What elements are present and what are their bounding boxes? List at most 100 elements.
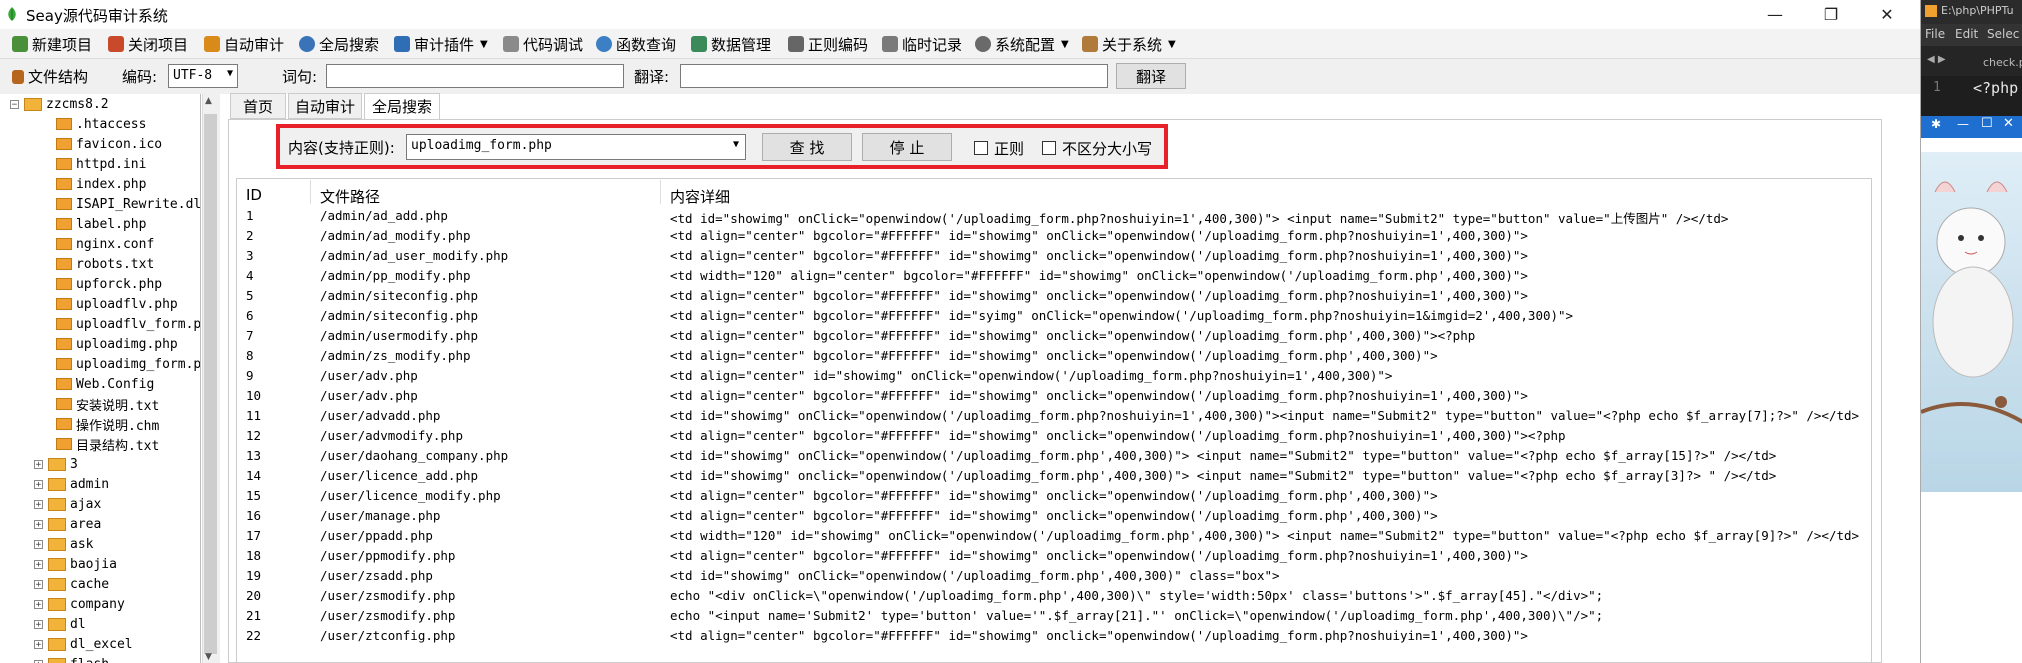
expand-icon[interactable]: + <box>34 639 43 649</box>
result-row[interactable]: 7/admin/usermodify.php <td align="center"… <box>246 328 1866 348</box>
toolbar-about-menu[interactable]: 关于系统 ▼ <box>1082 33 1176 55</box>
expand-icon[interactable]: + <box>34 659 43 663</box>
column-divider[interactable] <box>660 180 661 204</box>
result-row[interactable]: 19/user/zsadd.php <td id="showimg" onClic… <box>246 568 1866 588</box>
tab-auto-audit[interactable]: 自动审计 <box>288 93 362 119</box>
maximize-icon[interactable]: ☐ <box>1981 116 1993 131</box>
result-row[interactable]: 16/user/manage.php <td align="center" bgc… <box>246 508 1866 528</box>
col-header-path[interactable]: 文件路径 <box>320 186 380 207</box>
nav-arrows-icon[interactable]: ◀ ▶ <box>1927 54 1946 65</box>
tree-file[interactable]: nginx.conf <box>56 234 154 254</box>
toolbar-close-project-button[interactable]: 关闭项目 <box>108 33 188 55</box>
tree-file[interactable]: uploadflv.php <box>56 294 178 314</box>
menu-edit[interactable]: Edit <box>1955 27 1978 41</box>
column-divider[interactable] <box>310 180 311 204</box>
tree-folder[interactable]: + admin <box>34 474 109 494</box>
regex-checkbox[interactable] <box>974 141 988 155</box>
toolbar-regex-encode-button[interactable]: 正则编码 <box>788 33 868 55</box>
tree-file[interactable]: ISAPI_Rewrite.dl <box>56 194 200 214</box>
search-query-input[interactable]: uploadimg_form.php ▼ <box>406 134 746 160</box>
tree-file[interactable]: httpd.ini <box>56 154 146 174</box>
result-row[interactable]: 8/admin/zs_modify.php <td align="center" … <box>246 348 1866 368</box>
expand-icon[interactable]: + <box>34 519 43 529</box>
find-button[interactable]: 查 找 <box>762 133 852 161</box>
toolbar-settings-menu[interactable]: 系统配置 ▼ <box>975 33 1069 55</box>
stop-button[interactable]: 停 止 <box>862 133 952 161</box>
tree-folder[interactable]: + baojia <box>34 554 117 574</box>
tab-global-search[interactable]: 全局搜索 <box>364 93 440 119</box>
tree-file[interactable]: uploadimg.php <box>56 334 178 354</box>
tree-folder[interactable]: + dl <box>34 614 86 634</box>
tab-home[interactable]: 首页 <box>230 93 286 119</box>
tree-file[interactable]: robots.txt <box>56 254 154 274</box>
tree-folder[interactable]: + cache <box>34 574 109 594</box>
result-row[interactable]: 14/user/licence_add.php <td id="showimg" … <box>246 468 1866 488</box>
case-insensitive-checkbox[interactable] <box>1042 141 1056 155</box>
expand-icon[interactable]: + <box>34 499 43 509</box>
term-input[interactable] <box>326 64 624 88</box>
minimize-button[interactable]: — <box>1752 0 1798 28</box>
tree-file[interactable]: 目录结构.txt <box>56 434 159 454</box>
tree-folder[interactable]: + company <box>34 594 125 614</box>
tree-file[interactable]: Web.Config <box>56 374 154 394</box>
result-row[interactable]: 22/user/ztconfig.php <td align="center" b… <box>246 628 1866 648</box>
tree-folder[interactable]: + dl_excel <box>34 634 133 654</box>
tree-file[interactable]: upforck.php <box>56 274 162 294</box>
result-row[interactable]: 10/user/adv.php <td align="center" bgcolo… <box>246 388 1866 408</box>
tree-file[interactable]: uploadimg_form.p <box>56 354 200 374</box>
translate-button[interactable]: 翻译 <box>1116 63 1186 89</box>
result-row[interactable]: 3/admin/ad_user_modify.php <td align="cen… <box>246 248 1866 268</box>
expand-icon[interactable]: + <box>34 539 43 549</box>
close-icon[interactable]: ✕ <box>2003 116 2014 131</box>
result-row[interactable]: 13/user/daohang_company.php <td id="showi… <box>246 448 1866 468</box>
expand-icon[interactable]: + <box>34 579 43 589</box>
menu-file[interactable]: File <box>1925 27 1945 41</box>
toolbar-new-project-button[interactable]: 新建项目 <box>12 33 92 55</box>
tree-file[interactable]: favicon.ico <box>56 134 162 154</box>
result-row[interactable]: 4/admin/pp_modify.php <td width="120" ali… <box>246 268 1866 288</box>
result-row[interactable]: 18/user/ppmodify.php <td align="center" b… <box>246 548 1866 568</box>
result-row[interactable]: 15/user/licence_modify.php <td align="cen… <box>246 488 1866 508</box>
collapse-icon[interactable]: − <box>10 99 19 109</box>
toolbar-data-manage-button[interactable]: 数据管理 <box>691 33 771 55</box>
toolbar-function-search-button[interactable]: 函数查询 <box>596 33 676 55</box>
expand-icon[interactable]: + <box>34 559 43 569</box>
tree-file[interactable]: label.php <box>56 214 146 234</box>
toolbar-debug-button[interactable]: 代码调试 <box>503 33 583 55</box>
pin-icon[interactable]: ✱ <box>1931 117 1941 131</box>
result-row[interactable]: 20/user/zsmodify.php echo "<div onClick=\… <box>246 588 1866 608</box>
menu-selection[interactable]: Selec <box>1987 27 2019 41</box>
result-row[interactable]: 11/user/advadd.php <td id="showimg" onCli… <box>246 408 1866 428</box>
col-header-id[interactable]: ID <box>246 186 262 204</box>
tree-folder[interactable]: + ask <box>34 534 93 554</box>
minimize-icon[interactable]: — <box>1957 117 1969 131</box>
tree-folder[interactable]: +3 <box>34 454 78 474</box>
tree-file[interactable]: index.php <box>56 174 146 194</box>
tree-folder[interactable]: +flash <box>34 654 109 663</box>
result-row[interactable]: 12/user/advmodify.php <td align="center" … <box>246 428 1866 448</box>
encoding-select[interactable]: UTF-8 ▼ <box>168 64 238 88</box>
scroll-down-icon[interactable]: ▼ <box>205 652 212 662</box>
toolbar-plugin-menu[interactable]: 审计插件 ▼ <box>394 33 488 55</box>
tree-folder[interactable]: + area <box>34 514 101 534</box>
expand-icon[interactable]: + <box>34 479 43 489</box>
result-row[interactable]: 21/user/zsmodify.php echo "<input name='S… <box>246 608 1866 628</box>
expand-icon[interactable]: + <box>34 599 43 609</box>
result-row[interactable]: 9/user/adv.php <td align="center" id="sho… <box>246 368 1866 388</box>
tree-file[interactable]: .htaccess <box>56 114 146 134</box>
toolbar-auto-audit-button[interactable]: 自动审计 <box>204 33 284 55</box>
col-header-detail[interactable]: 内容详细 <box>670 186 730 207</box>
toolbar-global-search-button[interactable]: 全局搜索 <box>299 33 379 55</box>
toolbar-temp-record-button[interactable]: 临时记录 <box>882 33 962 55</box>
tree-file[interactable]: 操作说明.chm <box>56 414 159 434</box>
expand-icon[interactable]: + <box>34 459 43 469</box>
result-row[interactable]: 6/admin/siteconfig.php <td align="center"… <box>246 308 1866 328</box>
tree-root[interactable]: − zzcms8.2 <box>10 94 109 114</box>
tree-folder[interactable]: + ajax <box>34 494 101 514</box>
expand-icon[interactable]: + <box>34 619 43 629</box>
result-row[interactable]: 1/admin/ad_add.php <td id="showimg" onCli… <box>246 208 1866 228</box>
editor-tab[interactable]: check.p <box>1983 56 2022 69</box>
close-button[interactable]: ✕ <box>1864 0 1910 28</box>
tree-scrollbar-thumb[interactable] <box>204 114 217 654</box>
tree-file[interactable]: uploadflv_form.p <box>56 314 200 334</box>
